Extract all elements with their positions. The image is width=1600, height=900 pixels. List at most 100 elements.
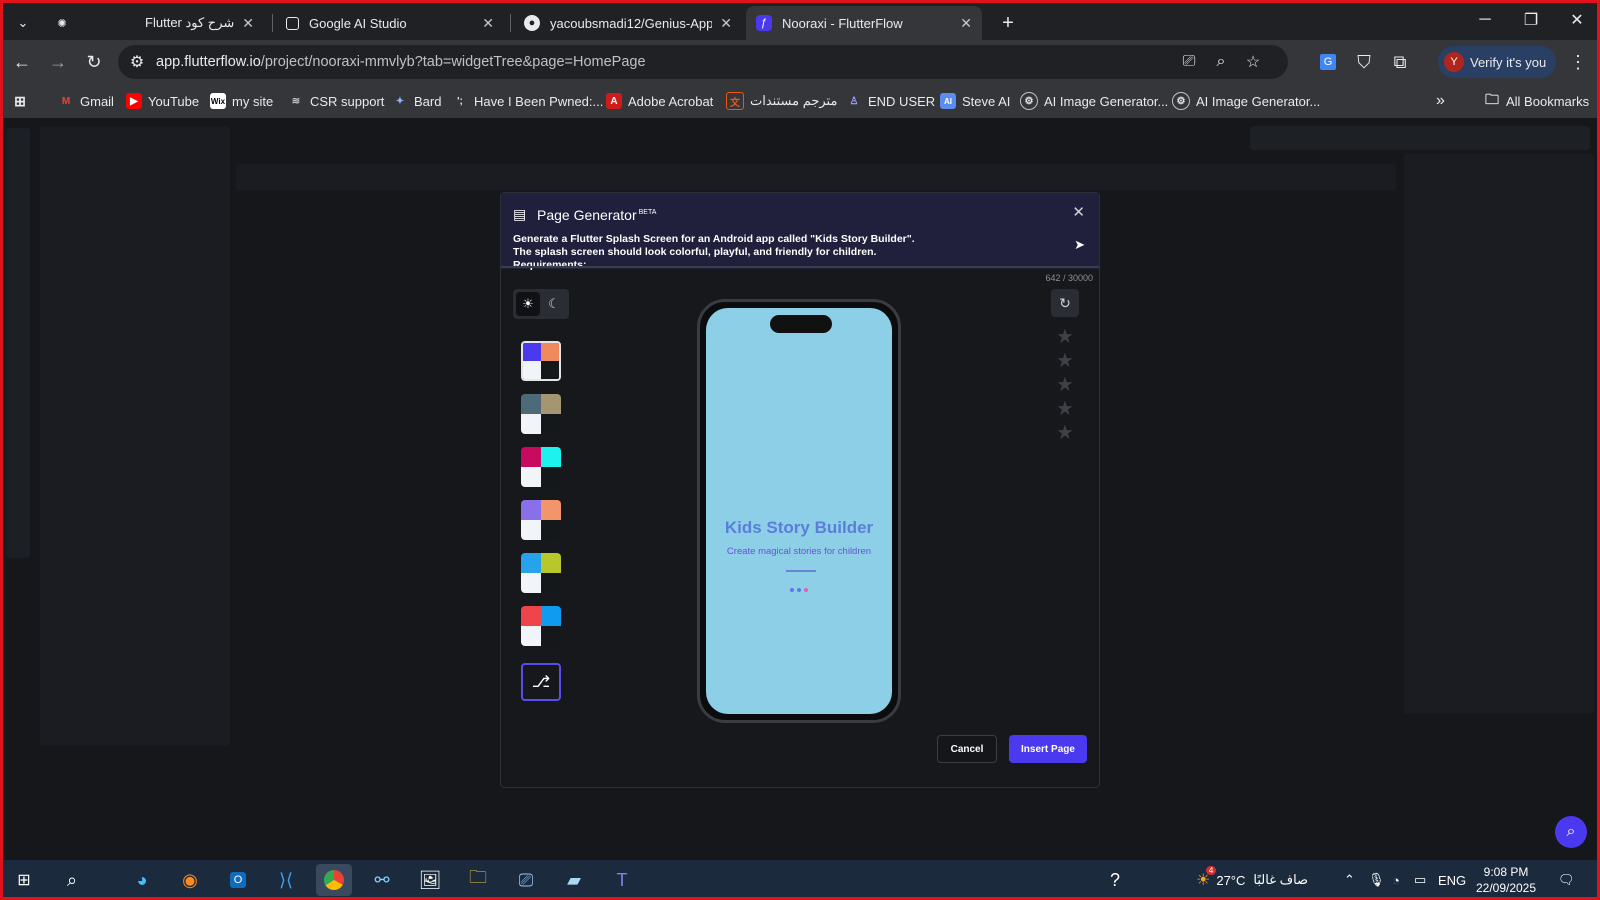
language-indicator[interactable]: ENG xyxy=(1438,860,1466,900)
prompt-divider xyxy=(501,266,1099,268)
apps-button[interactable]: ⊞ xyxy=(12,84,28,118)
battery-tray[interactable]: ▭ xyxy=(1414,860,1426,900)
rating-star-3[interactable]: ★ xyxy=(1055,375,1075,395)
palette-swatch-2[interactable] xyxy=(521,394,561,434)
file-explorer-button[interactable]: 🗀 xyxy=(460,864,496,896)
edge-button[interactable]: ◕ xyxy=(124,864,160,896)
outlook-button[interactable]: O xyxy=(220,864,256,896)
close-icon[interactable]: ✕ xyxy=(960,15,972,32)
palette-swatch-1[interactable] xyxy=(521,341,561,381)
dialog-title-text: Page Generator xyxy=(537,207,637,223)
bookmark-have-i-been-pwned[interactable]: '; Have I Been Pwned:... xyxy=(452,84,603,118)
bookmark-gmail[interactable]: M Gmail xyxy=(58,84,114,118)
bookmark-bard[interactable]: ✦ Bard xyxy=(392,84,442,118)
help-tray-icon[interactable]: ? xyxy=(1110,860,1120,900)
palette-swatch-4[interactable] xyxy=(521,500,561,540)
tray-overflow-button[interactable]: ⌃ xyxy=(1344,860,1355,900)
rating-star-1[interactable]: ★ xyxy=(1055,327,1075,347)
splash-preview-screen: Kids Story Builder Create magical storie… xyxy=(706,308,892,714)
tab-divider xyxy=(272,14,273,32)
cancel-button[interactable]: Cancel xyxy=(937,735,997,763)
custom-palette-button[interactable]: ⎇ xyxy=(521,663,561,701)
refresh-icon: ↻ xyxy=(1059,294,1071,311)
rating-star-5[interactable]: ★ xyxy=(1055,423,1075,443)
microphone-tray[interactable]: 🎙 xyxy=(1368,860,1385,900)
system-clock[interactable]: 9:08 PM 22/09/2025 xyxy=(1466,864,1546,896)
back-button[interactable]: ← xyxy=(6,46,38,78)
regenerate-button[interactable]: ↻ xyxy=(1051,289,1079,317)
bookmark-star-icon[interactable]: ☆ xyxy=(1238,45,1268,79)
close-window-button[interactable]: ✕ xyxy=(1554,0,1600,40)
network-icon: ⚯ xyxy=(374,869,390,890)
bookmark-document-translator[interactable]: 文 مترجم مستندات xyxy=(726,84,837,118)
shield-extension-button[interactable]: ⛉ xyxy=(1348,46,1380,78)
swatch-primary xyxy=(521,553,541,573)
rating-star-2[interactable]: ★ xyxy=(1055,351,1075,371)
rating-star-4[interactable]: ★ xyxy=(1055,399,1075,419)
address-bar[interactable]: ⚙ app.flutterflow.io/project/nooraxi-mmv… xyxy=(118,45,1288,79)
pwned-icon: '; xyxy=(457,95,463,107)
palette-swatch-3[interactable] xyxy=(521,447,561,487)
close-icon[interactable]: ✕ xyxy=(720,15,732,32)
tab-flutterflow[interactable]: ƒ Nooraxi - FlutterFlow ✕ xyxy=(746,6,982,40)
network-app-button[interactable]: ⚯ xyxy=(364,864,400,896)
install-app-icon[interactable]: ⎚ xyxy=(1174,45,1204,79)
send-icon[interactable]: ➤ xyxy=(1074,237,1085,253)
site-info-icon[interactable]: ⚙ xyxy=(122,45,152,79)
bookmark-adobe-acrobat[interactable]: A Adobe Acrobat xyxy=(606,84,713,118)
bookmark-my-site[interactable]: Wix my site xyxy=(210,84,273,118)
start-button[interactable]: ⊞ xyxy=(6,864,42,896)
bookmark-ai-image-generator-1[interactable]: ⚙ AI Image Generator... xyxy=(1020,84,1168,118)
search-button[interactable]: ⌕ xyxy=(54,864,90,896)
minimize-button[interactable]: ─ xyxy=(1462,0,1508,40)
light-theme-icon[interactable]: ☀ xyxy=(516,292,540,316)
weather-widget[interactable]: ☀ 4 27°C صاف غالبًا xyxy=(1196,860,1308,900)
splash-divider xyxy=(786,570,816,572)
tab-github[interactable]: ● yacoubsmadi12/Genius-Appio ✕ xyxy=(514,6,742,40)
dark-theme-icon[interactable]: ☾ xyxy=(542,292,566,316)
insert-page-button[interactable]: Insert Page xyxy=(1009,735,1087,763)
teams-button[interactable]: T xyxy=(604,864,640,896)
bookmark-steve-ai[interactable]: AI Steve AI xyxy=(940,84,1010,118)
palette-swatch-6[interactable] xyxy=(521,606,561,646)
swatch-primary xyxy=(521,394,541,414)
bookmark-end-user[interactable]: ♙ END USER xyxy=(846,84,936,118)
browser-menu-button[interactable]: ⋮ xyxy=(1562,46,1594,78)
photos-app-button[interactable]: 🖼 xyxy=(412,864,448,896)
new-tab-button[interactable]: + xyxy=(992,6,1024,40)
bookmark-ai-image-generator-2[interactable]: ⚙ AI Image Generator... xyxy=(1172,84,1320,118)
remote-desktop-button[interactable]: ⎚ xyxy=(508,864,544,896)
theme-toggle[interactable]: ☀ ☾ xyxy=(513,289,569,319)
chrome-button[interactable] xyxy=(316,864,352,896)
github-icon: ● xyxy=(524,15,540,31)
swatch-dark xyxy=(541,467,561,487)
search-fab[interactable]: ⌕ xyxy=(1555,816,1587,848)
vscode-button[interactable]: ⟩⟨ xyxy=(268,864,304,896)
verify-profile-button[interactable]: Y Verify it's you xyxy=(1438,46,1556,78)
palette-swatch-5[interactable] xyxy=(521,553,561,593)
tab-google-ai-studio[interactable]: Google AI Studio ✕ xyxy=(276,6,504,40)
tab-flutter-code[interactable]: ✺ Flutter شرح كود ✕ xyxy=(44,6,264,40)
close-icon[interactable]: ✕ xyxy=(482,15,494,32)
forward-button[interactable]: → xyxy=(42,46,74,78)
bookmark-csr-support[interactable]: ≋ CSR support xyxy=(288,84,385,118)
notepad-button[interactable]: ▰ xyxy=(556,864,592,896)
close-icon[interactable]: ✕ xyxy=(242,15,254,32)
firefox-button[interactable]: ◉ xyxy=(172,864,208,896)
editor-canvas-toolbar xyxy=(236,164,1396,190)
translate-button[interactable]: G xyxy=(1312,46,1344,78)
puzzle-icon: ⧉ xyxy=(1393,51,1407,72)
restore-button[interactable]: ❐ xyxy=(1508,0,1554,40)
more-bookmarks-button[interactable]: » xyxy=(1436,84,1445,118)
more-vert-icon: ⋮ xyxy=(1569,51,1587,72)
zoom-icon[interactable]: ⌕ xyxy=(1206,45,1236,79)
wifi-tray[interactable]: ◔ xyxy=(1392,860,1400,900)
notification-center-button[interactable]: 🗨 xyxy=(1558,860,1575,900)
close-icon: ✕ xyxy=(1570,12,1584,29)
extensions-button[interactable]: ⧉ xyxy=(1384,46,1416,78)
bookmark-youtube[interactable]: ▶ YouTube xyxy=(126,84,199,118)
all-bookmarks-button[interactable]: 🗀 All Bookmarks xyxy=(1484,84,1589,118)
close-icon[interactable]: ✕ xyxy=(1072,203,1085,221)
reload-button[interactable]: ↻ xyxy=(78,46,110,78)
tab-search-button[interactable]: ⌄ xyxy=(6,6,40,40)
